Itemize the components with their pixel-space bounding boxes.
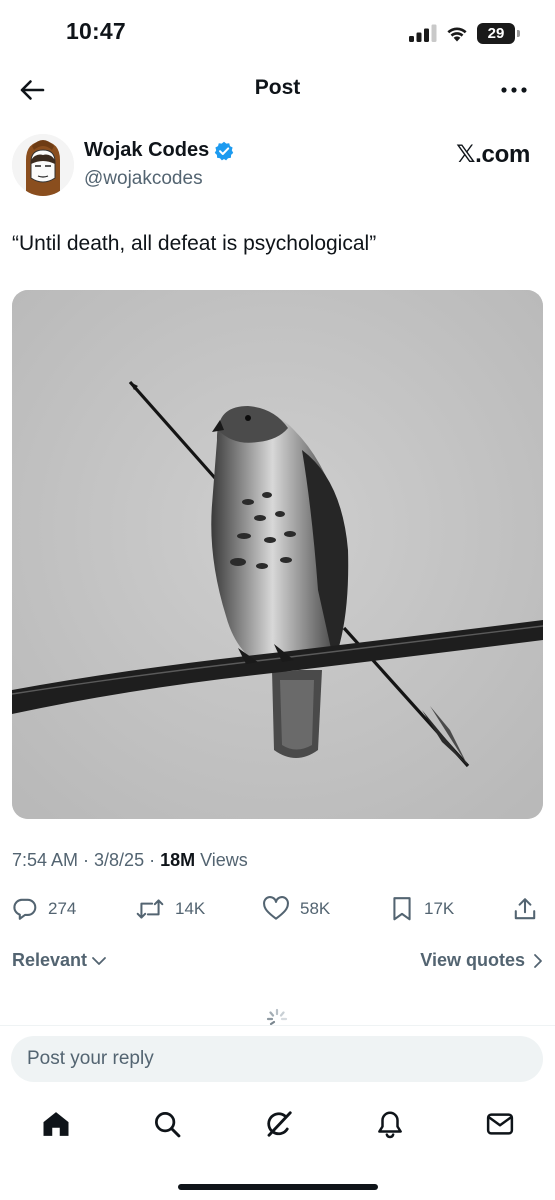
messages-icon (486, 1113, 514, 1135)
reply-icon (13, 898, 37, 920)
chevron-down-icon (92, 956, 106, 965)
tab-notifications[interactable] (372, 1106, 408, 1142)
post-author: Wojak Codes @wojakcodes 𝕏.com (12, 134, 542, 200)
like-button[interactable]: 58K (262, 893, 330, 925)
grok-icon (267, 1111, 292, 1137)
x-brand-mark: 𝕏.com (456, 141, 530, 168)
more-options-button[interactable] (497, 74, 531, 106)
cellular-signal-icon (409, 24, 437, 42)
reply-sort-label: Relevant (12, 950, 88, 970)
tab-home[interactable] (38, 1106, 74, 1142)
bottom-tab-bar (0, 1100, 555, 1150)
tab-grok[interactable] (261, 1106, 297, 1142)
author-name: Wojak Codes (84, 139, 210, 161)
search-icon (155, 1112, 181, 1138)
status-bar: 10:47 29 (0, 0, 555, 66)
bookmark-count: 17K (424, 899, 455, 918)
divider (0, 1025, 555, 1026)
chevron-right-icon (534, 953, 542, 968)
tab-search[interactable] (149, 1106, 185, 1142)
action-bar: 274 14K 58K 17K (0, 893, 555, 925)
post-timestamp: 7:54 AM · 3/8/25 · (12, 850, 161, 870)
battery-icon: 29 (477, 22, 520, 44)
post-meta: 7:54 AM · 3/8/25 · 18M Views (12, 850, 248, 871)
post-text: “Until death, all defeat is psychologica… (12, 232, 377, 255)
view-quotes-link[interactable]: View quotes (420, 950, 543, 971)
status-time: 10:47 (66, 18, 126, 44)
page-title: Post (254, 76, 301, 99)
reply-count: 274 (48, 899, 77, 918)
notifications-icon (378, 1111, 402, 1139)
view-quotes-label: View quotes (420, 950, 525, 970)
reply-filters: Relevant View quotes (12, 950, 543, 974)
share-icon (514, 898, 536, 920)
author-handle[interactable]: @wojakcodes (84, 168, 203, 190)
author-name-row[interactable]: Wojak Codes (84, 139, 234, 162)
post-header: Post (0, 66, 555, 114)
status-icons: 29 (409, 20, 520, 46)
battery-level: 29 (487, 24, 505, 42)
repost-count: 14K (175, 899, 206, 918)
home-indicator (178, 1184, 378, 1190)
views-label: Views (195, 850, 248, 870)
reply-sort-dropdown[interactable]: Relevant (12, 950, 107, 971)
verified-badge-icon (215, 141, 234, 160)
hawk-photo-image (12, 290, 543, 819)
avatar[interactable] (12, 134, 74, 196)
post-media[interactable] (12, 290, 543, 819)
wifi-icon (447, 27, 467, 42)
heart-icon (263, 896, 289, 920)
home-icon (43, 1112, 69, 1136)
reply-button[interactable]: 274 (12, 893, 76, 925)
like-count: 58K (300, 899, 331, 918)
repost-button[interactable]: 14K (135, 893, 205, 925)
repost-icon (136, 899, 164, 919)
reply-input[interactable] (11, 1036, 543, 1082)
bookmark-icon (393, 897, 411, 921)
share-button[interactable] (512, 893, 538, 925)
more-dots-icon (501, 87, 527, 93)
views-count: 18M (160, 850, 196, 870)
bookmark-button[interactable]: 17K (390, 893, 454, 925)
wojak-avatar-image (12, 134, 74, 196)
tab-messages[interactable] (482, 1106, 518, 1142)
